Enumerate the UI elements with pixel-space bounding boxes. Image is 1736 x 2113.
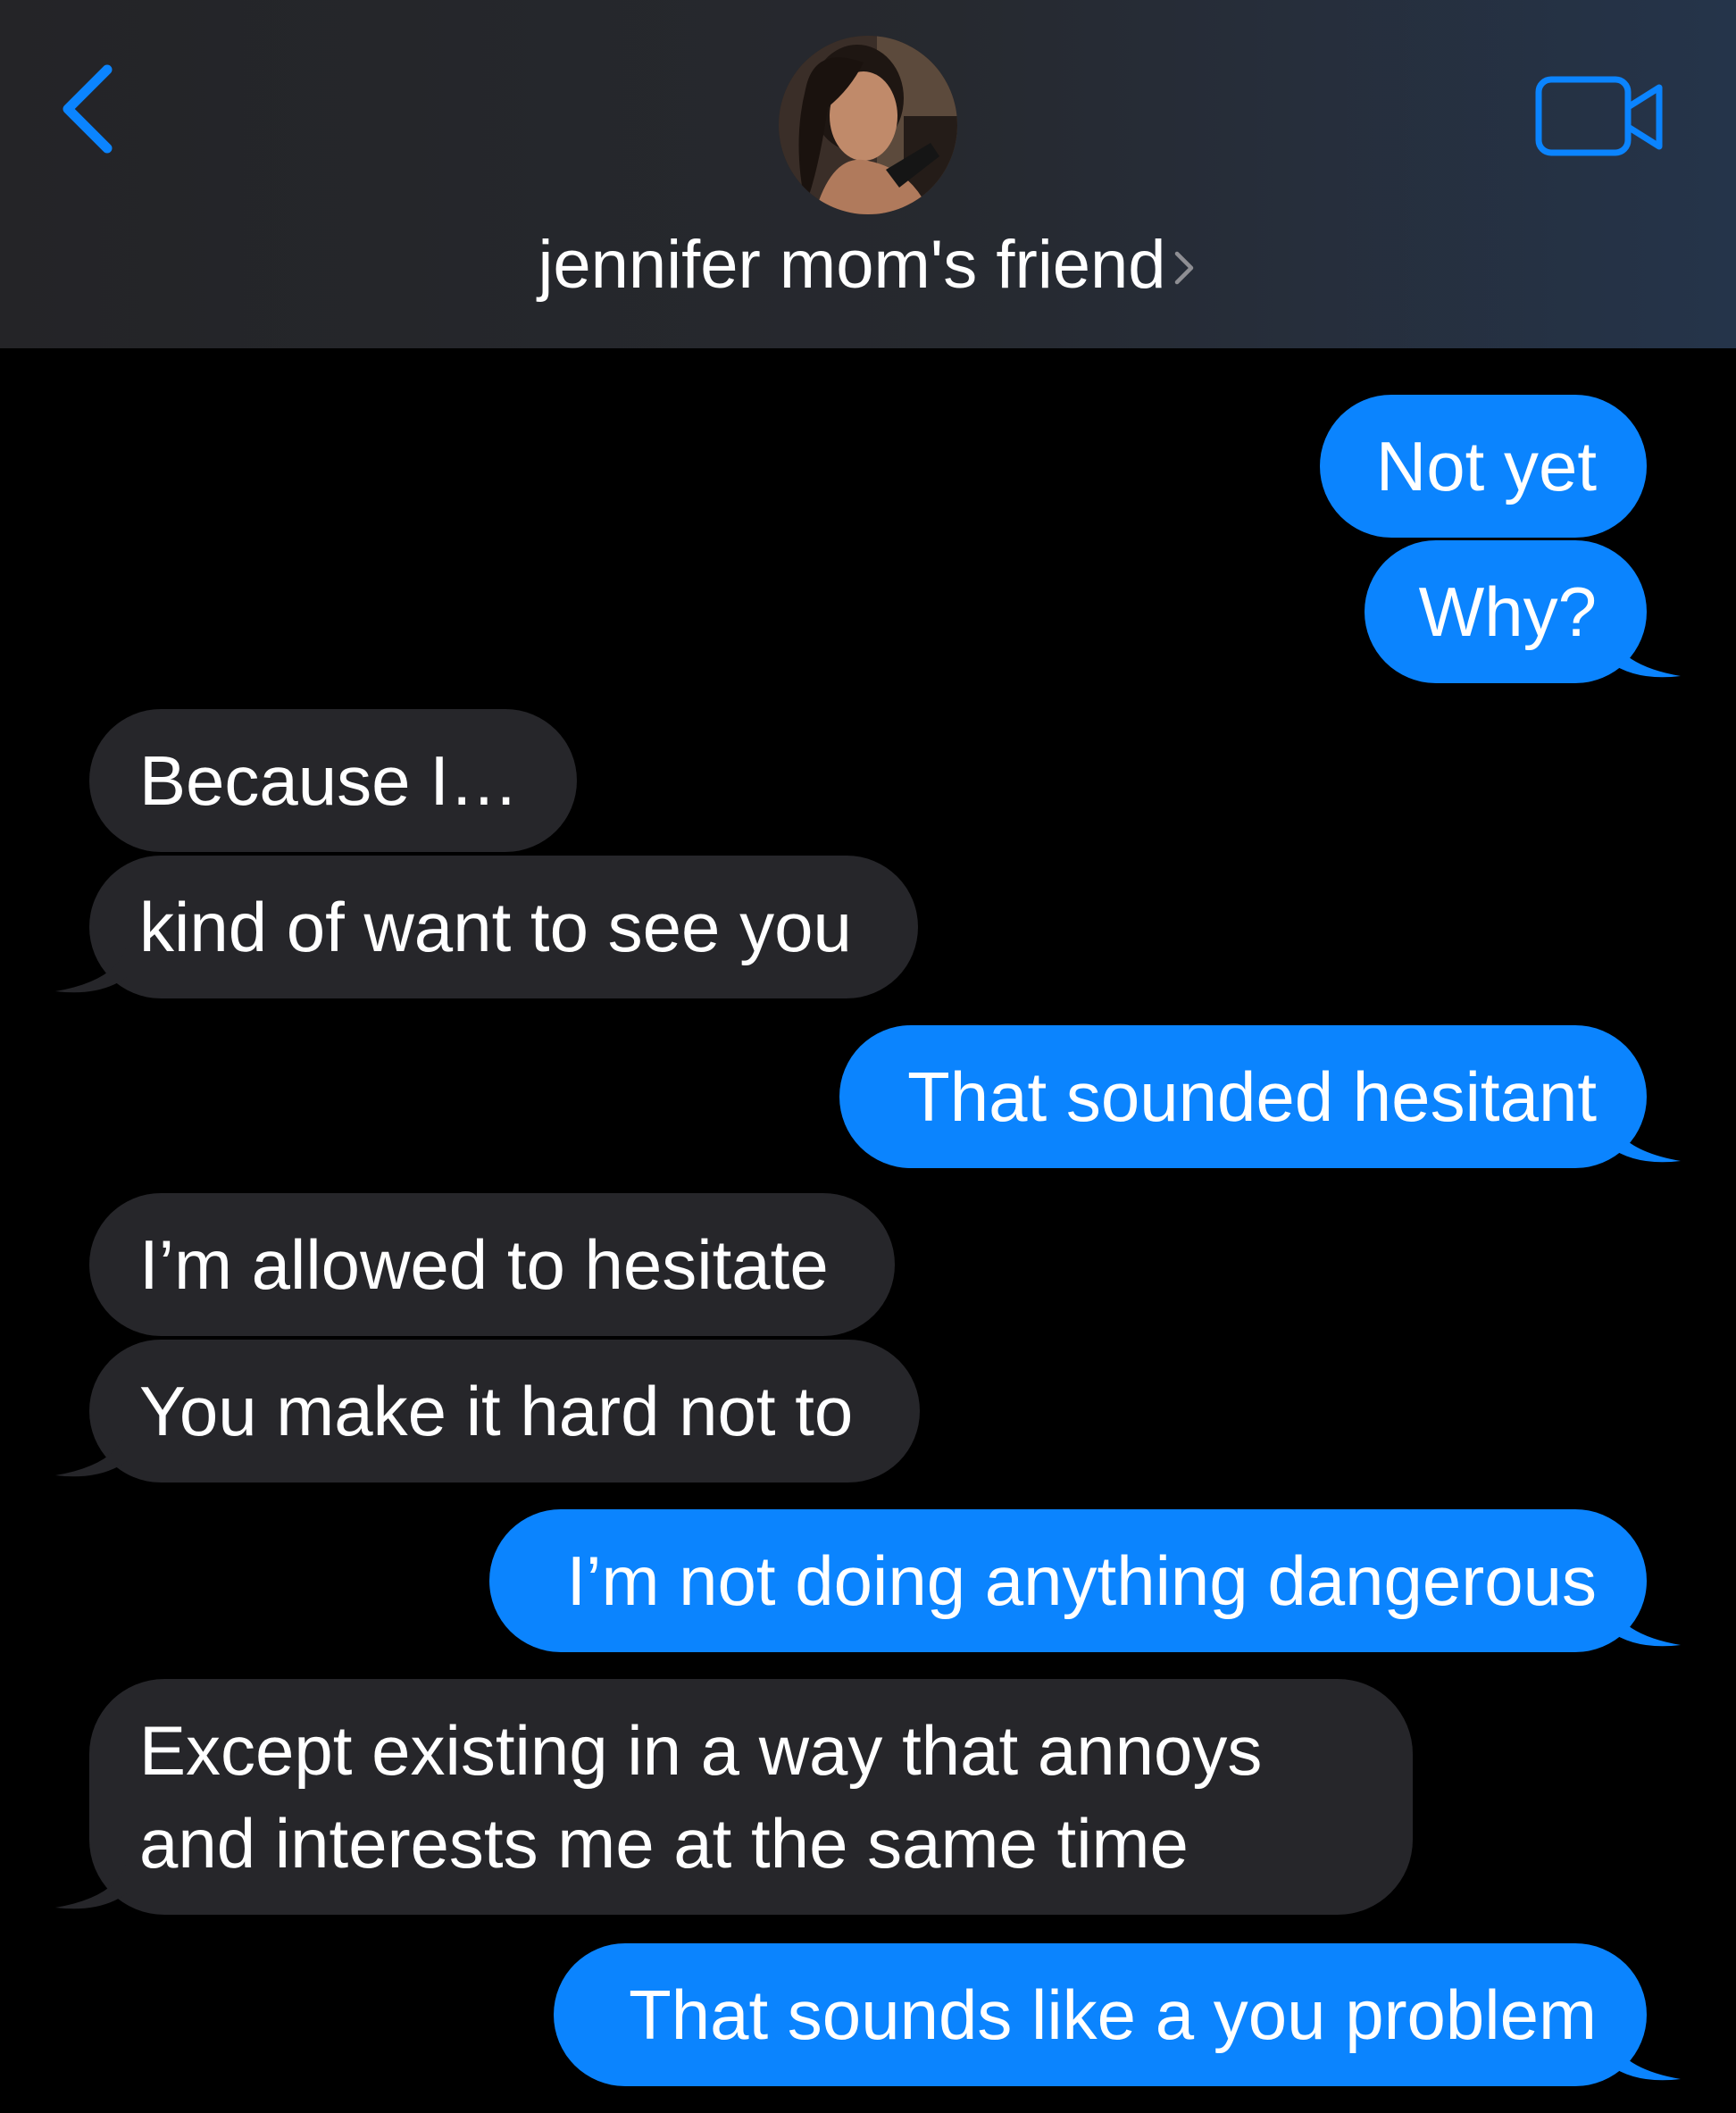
sent-bubble-tail xyxy=(1609,630,1681,678)
message-row: That sounds like a you problem xyxy=(0,1943,1736,2104)
message-row: kind of want to see you xyxy=(0,856,1736,1016)
sent-message-bubble[interactable]: That sounds like a you problem xyxy=(554,1943,1647,2086)
received-bubble-tail xyxy=(55,945,127,993)
received-bubble-tail xyxy=(55,1861,127,1909)
received-message-bubble[interactable]: Because I… xyxy=(89,709,577,852)
message-thread[interactable]: Not yet Why? Because I… kind of want to … xyxy=(0,348,1736,2113)
received-bubble-tail xyxy=(55,1429,127,1477)
sent-bubble-tail xyxy=(1609,1115,1681,1163)
sent-message-bubble[interactable]: I’m not doing anything dangerous xyxy=(489,1509,1647,1652)
conversation-header: jennifer mom's friend xyxy=(0,0,1736,348)
received-message-bubble[interactable]: You make it hard not to xyxy=(89,1340,920,1482)
back-button[interactable] xyxy=(52,55,123,163)
video-camera-icon xyxy=(1535,76,1663,156)
message-row: Because I… xyxy=(0,709,1736,852)
message-row: I’m allowed to hesitate xyxy=(0,1193,1736,1336)
message-row: I’m not doing anything dangerous xyxy=(0,1509,1736,1670)
contact-name: jennifer mom's friend xyxy=(538,227,1166,303)
contact-name-button[interactable]: jennifer mom's friend xyxy=(0,225,1736,305)
message-row: That sounded hesitant xyxy=(0,1025,1736,1186)
message-row: Why? xyxy=(0,540,1736,701)
sent-message-bubble[interactable]: Why? xyxy=(1365,540,1647,683)
contact-avatar[interactable] xyxy=(779,36,957,214)
chevron-left-icon xyxy=(63,64,113,154)
chevron-right-icon xyxy=(1172,229,1198,285)
received-message-bubble[interactable]: Except existing in a way that annoys and… xyxy=(89,1679,1413,1915)
received-message-bubble[interactable]: I’m allowed to hesitate xyxy=(89,1193,895,1336)
message-row: You make it hard not to xyxy=(0,1340,1736,1500)
sent-message-bubble[interactable]: That sounded hesitant xyxy=(839,1025,1647,1168)
sent-bubble-tail xyxy=(1609,2033,1681,2081)
video-call-button[interactable] xyxy=(1534,73,1668,163)
message-row: Except existing in a way that annoys and… xyxy=(0,1679,1736,1934)
message-row: Not yet xyxy=(0,395,1736,538)
sent-message-bubble[interactable]: Not yet xyxy=(1320,395,1647,538)
received-message-bubble[interactable]: kind of want to see you xyxy=(89,856,918,998)
sent-bubble-tail xyxy=(1609,1599,1681,1647)
